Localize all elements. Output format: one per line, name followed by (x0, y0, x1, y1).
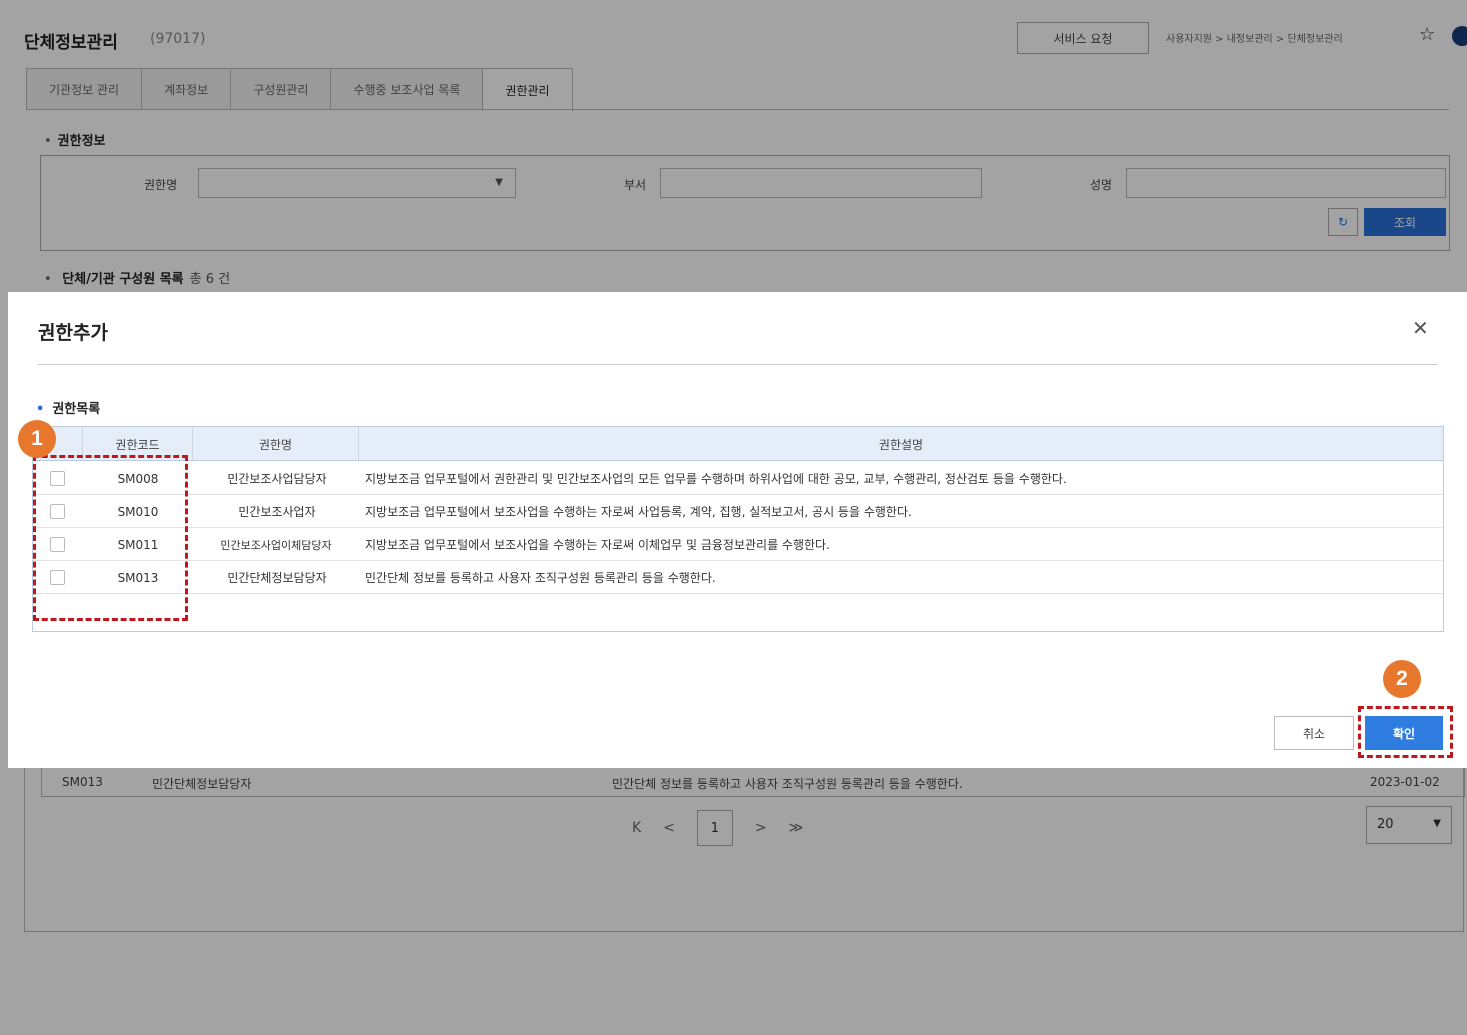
close-icon[interactable]: ✕ (1412, 316, 1429, 340)
header-name: 권한명 (193, 427, 359, 461)
step1-badge: 1 (18, 420, 56, 458)
permission-grid: 권한코드 권한명 권한설명 SM008 민간보조사업담당자 지방보조금 업무포털… (32, 426, 1444, 632)
table-row[interactable]: SM010 민간보조사업자 지방보조금 업무포털에서 보조사업을 수행하는 자로… (33, 495, 1443, 528)
row-desc: 지방보조금 업무포털에서 보조사업을 수행하는 자로써 사업등록, 계약, 집행… (365, 505, 912, 519)
permission-list-title: 권한목록 (36, 398, 100, 417)
add-permission-modal: 권한추가 ✕ 권한목록 권한코드 권한명 권한설명 SM008 민간보조사업담당… (8, 292, 1467, 768)
row-name: 민간보조사업담당자 (227, 472, 327, 486)
modal-title: 권한추가 (38, 322, 108, 344)
modal-divider (38, 364, 1438, 365)
row-desc: 지방보조금 업무포털에서 보조사업을 수행하는 자로써 이체업무 및 금융정보관… (365, 538, 830, 552)
row-desc: 민간단체 정보를 등록하고 사용자 조직구성원 등록관리 등을 수행한다. (365, 571, 716, 585)
cancel-button[interactable]: 취소 (1274, 716, 1354, 750)
grid-header: 권한코드 권한명 권한설명 (33, 427, 1443, 461)
row-name: 민간단체정보담당자 (227, 571, 327, 585)
row-name: 민간보조사업자 (238, 505, 316, 519)
step1-highlight-box (33, 455, 188, 621)
table-row[interactable]: SM013 민간단체정보담당자 민간단체 정보를 등록하고 사용자 조직구성원 … (33, 561, 1443, 594)
table-row[interactable]: SM008 민간보조사업담당자 지방보조금 업무포털에서 권한관리 및 민간보조… (33, 462, 1443, 495)
row-name: 민간보조사업이체담당자 (220, 538, 332, 552)
step2-highlight-box (1358, 706, 1453, 758)
row-desc: 지방보조금 업무포털에서 권한관리 및 민간보조사업의 모든 업무를 수행하며 … (365, 472, 1067, 486)
step2-badge: 2 (1383, 660, 1421, 698)
header-desc: 권한설명 (878, 437, 924, 452)
table-row[interactable]: SM011 민간보조사업이체담당자 지방보조금 업무포털에서 보조사업을 수행하… (33, 528, 1443, 561)
